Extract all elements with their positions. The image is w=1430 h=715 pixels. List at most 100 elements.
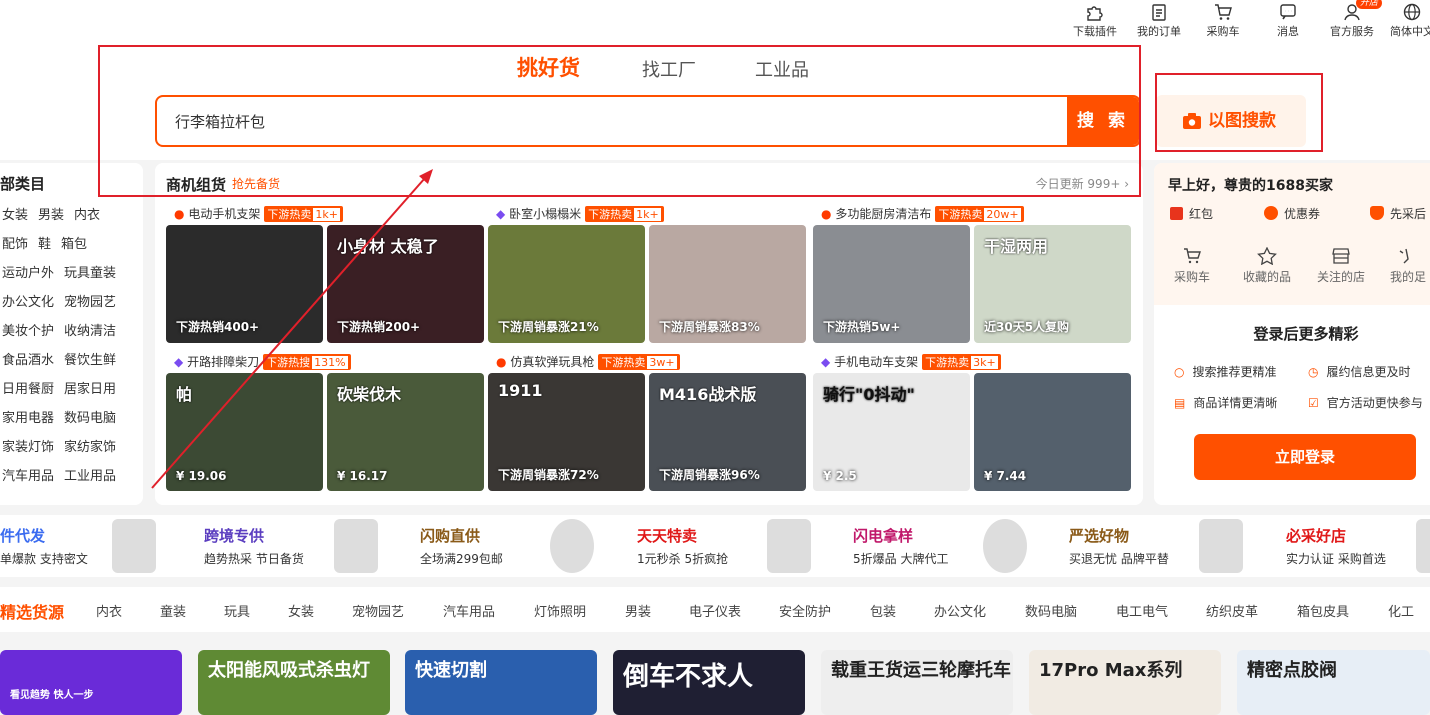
product-tile[interactable]: 下游周销暴涨83% bbox=[649, 225, 806, 343]
product-tile[interactable]: 下游热销400+ bbox=[166, 225, 323, 343]
category-item[interactable]: 运动户外 bbox=[2, 266, 54, 281]
category-item[interactable]: 宠物园艺 bbox=[64, 295, 116, 310]
shortcut-cart[interactable]: 采购车 bbox=[1174, 247, 1210, 285]
promo-item[interactable]: 必采好店 实力认证 采购首选 bbox=[1286, 519, 1430, 573]
account-top: 早上好，尊贵的1688买家 红包 优惠券 先采后 采购车 收藏的品 关注的店 我… bbox=[1154, 163, 1430, 305]
search-input[interactable] bbox=[157, 97, 1067, 145]
purchase-cart-link[interactable]: 采购车 bbox=[1193, 0, 1253, 40]
product-tile[interactable]: 骑行"0抖动" ¥ 2.5 bbox=[813, 373, 970, 491]
source-nav-item[interactable]: 玩具 bbox=[224, 601, 250, 620]
product-tile[interactable]: 小身材 太稳了 下游热销200+ bbox=[327, 225, 484, 343]
category-item[interactable]: 鞋 bbox=[38, 237, 51, 252]
product-tile[interactable]: 下游热销5w+ bbox=[813, 225, 970, 343]
category-item[interactable]: 女装 bbox=[2, 208, 28, 223]
deal-group-label[interactable]: ● 电动手机支架 下游热卖 1k+ bbox=[174, 205, 343, 222]
login-button[interactable]: 立即登录 bbox=[1194, 434, 1416, 480]
perk-buy-first[interactable]: 先采后 bbox=[1370, 205, 1426, 222]
category-item[interactable]: 家纺家饰 bbox=[64, 440, 116, 455]
product-tile[interactable]: 砍柴伐木 ¥ 16.17 bbox=[327, 373, 484, 491]
category-item[interactable]: 箱包 bbox=[61, 237, 87, 252]
source-nav-item[interactable]: 数码电脑 bbox=[1025, 601, 1077, 620]
source-nav-item[interactable]: 包装 bbox=[870, 601, 896, 620]
source-nav-item[interactable]: 汽车用品 bbox=[443, 601, 495, 620]
source-nav-item[interactable]: 宠物园艺 bbox=[352, 601, 404, 620]
source-nav-item[interactable]: 灯饰照明 bbox=[534, 601, 586, 620]
source-nav-item[interactable]: 办公文化 bbox=[934, 601, 986, 620]
search-button[interactable]: 搜 索 bbox=[1067, 97, 1139, 145]
product-tile-caption: 下游周销暴涨72% bbox=[498, 468, 599, 482]
category-item[interactable]: 汽车用品 bbox=[2, 469, 54, 484]
source-nav-item[interactable]: 童装 bbox=[160, 601, 186, 620]
deal-group-label[interactable]: ◆ 卧室小榻榻米 下游热卖 1k+ bbox=[496, 205, 664, 222]
perk-red-packet[interactable]: 红包 bbox=[1170, 205, 1213, 222]
featured-tile[interactable]: 17Pro Max系列 bbox=[1029, 650, 1221, 715]
category-item[interactable]: 数码电脑 bbox=[64, 411, 116, 426]
source-nav-item[interactable]: 纺织皮革 bbox=[1206, 601, 1258, 620]
category-item[interactable]: 家装灯饰 bbox=[2, 440, 54, 455]
deal-group-label[interactable]: ● 多功能厨房清洁布 下游热卖 20w+ bbox=[821, 205, 1024, 222]
deals-update-link[interactable]: 今日更新 999+ › bbox=[1036, 175, 1129, 192]
product-tile[interactable]: ¥ 7.44 bbox=[974, 373, 1131, 491]
tab-find-factory[interactable]: 找工厂 bbox=[642, 56, 696, 82]
category-item[interactable]: 收纳清洁 bbox=[64, 324, 116, 339]
source-nav-item[interactable]: 男装 bbox=[625, 601, 651, 620]
hot-tag: 下游热卖 3w+ bbox=[598, 354, 680, 370]
promo-item[interactable]: 严选好物 买退无忧 品牌平替 bbox=[1069, 519, 1279, 573]
messages-link[interactable]: 消息 bbox=[1258, 0, 1318, 40]
featured-tile[interactable]: 精密点胶阀 bbox=[1237, 650, 1430, 715]
product-tile[interactable]: M416战术版 下游周销暴涨96% bbox=[649, 373, 806, 491]
messages-label: 消息 bbox=[1277, 25, 1299, 38]
my-orders-link[interactable]: 我的订单 bbox=[1129, 0, 1189, 40]
category-item[interactable]: 男装 bbox=[38, 208, 64, 223]
product-tile-text: 帕 bbox=[176, 385, 193, 404]
promo-item[interactable]: 件代发 单爆款 支持密文 bbox=[0, 519, 210, 573]
promo-item[interactable]: 跨境专供 趋势热采 节日备货 bbox=[204, 519, 414, 573]
category-item[interactable]: 日用餐厨 bbox=[2, 382, 54, 397]
shortcut-followed-shops[interactable]: 关注的店 bbox=[1316, 247, 1366, 285]
document-icon: ▤ bbox=[1174, 396, 1186, 410]
deal-group-label[interactable]: ◆ 开路排障柴刀 下游热搜 131% bbox=[174, 353, 351, 370]
category-item[interactable]: 工业用品 bbox=[64, 469, 116, 484]
product-tile[interactable]: 干湿两用 近30天5人复购 bbox=[974, 225, 1131, 343]
tab-industrial[interactable]: 工业品 bbox=[755, 56, 809, 82]
shortcut-footprints[interactable]: 我的足 bbox=[1390, 247, 1430, 285]
featured-tile[interactable]: 倒车不求人 bbox=[613, 650, 805, 715]
tab-pick-goods[interactable]: 挑好货 bbox=[517, 52, 580, 82]
product-tile[interactable]: 帕 ¥ 19.06 bbox=[166, 373, 323, 491]
category-item[interactable]: 餐饮生鲜 bbox=[64, 353, 116, 368]
deal-group-label[interactable]: ◆ 手机电动车支架 下游热卖 3k+ bbox=[821, 353, 1001, 370]
category-item[interactable]: 家用电器 bbox=[2, 411, 54, 426]
featured-tile[interactable]: 太阳能风吸式杀虫灯 bbox=[198, 650, 390, 715]
perk-coupon[interactable]: 优惠券 bbox=[1264, 205, 1320, 222]
promo-item[interactable]: 闪电拿样 5折爆品 大牌代工 bbox=[853, 519, 1063, 573]
official-service-link[interactable]: 开店 官方服务 bbox=[1322, 0, 1382, 40]
source-nav-item[interactable]: 电工电气 bbox=[1116, 601, 1168, 620]
featured-tile[interactable]: 快速切割 bbox=[405, 650, 597, 715]
category-item[interactable]: 内衣 bbox=[74, 208, 100, 223]
source-nav-item[interactable]: 化工 bbox=[1388, 601, 1414, 620]
source-nav-item[interactable]: 内衣 bbox=[96, 601, 122, 620]
image-search-button[interactable]: 以图搜款 bbox=[1156, 95, 1306, 147]
product-tile[interactable]: 1911 下游周销暴涨72% bbox=[488, 373, 645, 491]
category-item[interactable]: 玩具童装 bbox=[64, 266, 116, 281]
source-nav-item[interactable]: 箱包皮具 bbox=[1297, 601, 1349, 620]
deal-group-label[interactable]: ● 仿真软弹玩具枪 下游热卖 3w+ bbox=[496, 353, 680, 370]
product-tile[interactable]: 下游周销暴涨21% bbox=[488, 225, 645, 343]
language-link[interactable]: 简体中文 bbox=[1382, 0, 1430, 40]
category-item[interactable]: 食品酒水 bbox=[2, 353, 54, 368]
category-item[interactable]: 配饰 bbox=[2, 237, 28, 252]
category-item[interactable]: 办公文化 bbox=[2, 295, 54, 310]
promo-item[interactable]: 天天特卖 1元秒杀 5折疯抢 bbox=[637, 519, 847, 573]
download-plugin-link[interactable]: 下载插件 bbox=[1065, 0, 1125, 40]
featured-tile[interactable]: 看见趋势 快人一步 bbox=[0, 650, 182, 715]
shortcut-favorites[interactable]: 收藏的品 bbox=[1242, 246, 1292, 285]
category-item[interactable]: 美妆个护 bbox=[2, 324, 54, 339]
category-item[interactable]: 居家日用 bbox=[64, 382, 116, 397]
product-tile-caption: 下游热销200+ bbox=[337, 320, 421, 334]
source-nav-item[interactable]: 安全防护 bbox=[779, 601, 831, 620]
source-nav-item[interactable]: 女装 bbox=[288, 601, 314, 620]
promo-item[interactable]: 闪购直供 全场满299包邮 bbox=[420, 519, 630, 573]
promo-strip: 件代发 单爆款 支持密文 跨境专供 趋势热采 节日备货 闪购直供 全场满299包邮 天天特卖… bbox=[0, 515, 1430, 577]
featured-tile[interactable]: 载重王货运三轮摩托车 bbox=[821, 650, 1013, 715]
source-nav-item[interactable]: 电子仪表 bbox=[689, 601, 741, 620]
